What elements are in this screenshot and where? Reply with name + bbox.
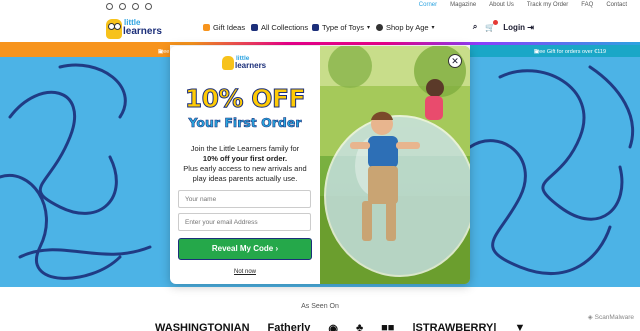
- popup-body-line2: Plus early access to new arrivals and pl…: [183, 164, 307, 183]
- toplink-corner[interactable]: Corner: [419, 2, 437, 8]
- cart-count-badge: [493, 19, 499, 25]
- press-logo: ♣: [355, 322, 364, 331]
- kids-bubble-photo: [320, 46, 470, 284]
- popup-headline: 10% OFF: [184, 84, 306, 114]
- popup-logo: little learners: [222, 54, 272, 76]
- close-icon[interactable]: ✕: [448, 54, 462, 68]
- grid-icon: [251, 24, 258, 31]
- toy-icon: [312, 24, 319, 31]
- reveal-code-button[interactable]: Reveal My Code ›: [178, 238, 312, 260]
- chevron-down-icon: ▾: [431, 25, 435, 31]
- popup-body-line1: Join the Little Learners family for: [190, 144, 300, 153]
- press-logo: WASHINGTONIAN: [155, 322, 250, 331]
- nav-type-of-toys[interactable]: Type of Toys ▾: [312, 23, 370, 32]
- popup-body-bold: 10% off your first order.: [202, 154, 288, 163]
- scan-badge: ◈ ScanMalware: [584, 312, 637, 322]
- owl-mascot-icon: [106, 19, 122, 39]
- not-now-link[interactable]: Not now: [170, 269, 320, 275]
- toplink-contact[interactable]: Contact: [606, 2, 627, 8]
- email-field[interactable]: [178, 213, 311, 231]
- popup-subhead: Your First Order: [188, 115, 302, 131]
- toplink-magazine[interactable]: Magazine: [450, 2, 476, 8]
- toplink-faq[interactable]: FAQ: [581, 2, 593, 8]
- logo-text-bottom: learners: [123, 26, 162, 37]
- email-input[interactable]: [185, 219, 304, 226]
- nav-gift-ideas-label: Gift Ideas: [213, 23, 246, 32]
- site-logo[interactable]: little learners: [104, 17, 162, 43]
- shield-icon: ◈: [587, 314, 593, 321]
- nav-gift-ideas[interactable]: Gift Ideas: [203, 23, 245, 32]
- pinterest-icon[interactable]: [145, 3, 152, 10]
- nav-shop-by-age[interactable]: Shop by Age ▾: [376, 23, 435, 32]
- promo-right: ▣ Free Gift for orders over €119: [470, 45, 640, 57]
- name-field[interactable]: [178, 190, 311, 208]
- tiktok-icon[interactable]: [132, 3, 139, 10]
- press-logo: ▼: [514, 322, 526, 331]
- scan-badge-label: ScanMalware: [594, 314, 634, 321]
- owl-mascot-icon: [222, 56, 234, 70]
- chevron-down-icon: ▾: [366, 25, 370, 31]
- press-logo: Fatherly: [267, 322, 311, 331]
- promo-left: ▣ Free Returns Within 14 Days: [0, 45, 229, 57]
- top-links: Corner Magazine About Us Track my Order …: [419, 2, 627, 8]
- toplink-track-order[interactable]: Track my Order: [527, 2, 568, 8]
- header-actions: ⌕ 🛒 Login ⇥: [473, 19, 534, 32]
- promo-right-text: Free Gift for orders over €119: [534, 49, 607, 55]
- search-icon[interactable]: ⌕: [473, 22, 477, 32]
- name-input[interactable]: [185, 196, 304, 203]
- facebook-icon[interactable]: [119, 3, 126, 10]
- login-arrow-icon: ⇥: [527, 22, 534, 32]
- login-label: Login: [503, 22, 526, 32]
- press-logo: |STRAWBERRY|: [412, 322, 497, 331]
- nav-type-of-toys-label: Type of Toys: [322, 23, 364, 32]
- top-bar: Corner Magazine About Us Track my Order …: [0, 0, 640, 13]
- child-face-icon: [376, 24, 383, 31]
- toplink-about[interactable]: About Us: [489, 2, 514, 8]
- instagram-icon[interactable]: [106, 3, 113, 10]
- press-logo: ◉: [328, 323, 338, 331]
- nav-all-collections[interactable]: All Collections: [251, 23, 308, 32]
- login-button[interactable]: Login ⇥: [503, 23, 534, 32]
- popup-form-panel: little learners 10% OFF Your First Order…: [170, 46, 320, 284]
- as-seen-on-heading: As Seen On: [301, 303, 339, 310]
- gift-icon: [203, 24, 210, 31]
- press-logo: ■■: [381, 322, 395, 331]
- popup-photo: [320, 46, 470, 284]
- popup-logo-bottom: learners: [235, 61, 267, 70]
- cart-icon[interactable]: 🛒: [485, 19, 499, 32]
- popup-body: Join the Little Learners family for 10% …: [176, 144, 314, 184]
- press-logos: WASHINGTONIAN Fatherly ◉ ♣ ■■ |STRAWBERR…: [155, 322, 525, 331]
- discount-popup: little learners 10% OFF Your First Order…: [170, 46, 470, 284]
- nav-all-collections-label: All Collections: [261, 23, 309, 32]
- social-links: [106, 3, 152, 10]
- nav-shop-by-age-label: Shop by Age: [386, 23, 429, 32]
- site-header: little learners Gift Ideas All Collectio…: [0, 13, 640, 43]
